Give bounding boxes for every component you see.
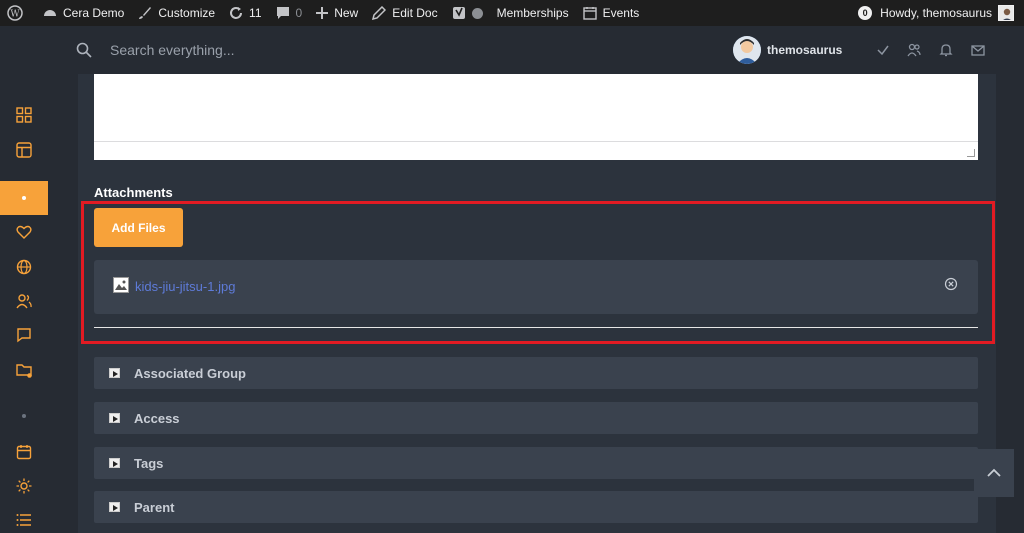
- check-icon[interactable]: [876, 43, 890, 57]
- updates-icon: [230, 7, 243, 19]
- content-left-gutter: [48, 74, 78, 533]
- user-avatar[interactable]: [733, 36, 761, 64]
- description-editor[interactable]: [94, 74, 978, 160]
- globe-icon: [16, 259, 32, 275]
- mail-icon[interactable]: [971, 43, 985, 57]
- section-tags[interactable]: Tags: [94, 447, 978, 479]
- seo-status-dot: [471, 7, 483, 19]
- events-label: Events: [602, 6, 640, 20]
- dashboard-icon: [44, 10, 56, 16]
- sidebar-item-globe[interactable]: [0, 250, 48, 284]
- comment-icon: [276, 7, 289, 19]
- attachment-item: kids-jiu-jitsu-1.jpg: [94, 260, 978, 314]
- site-name-item[interactable]: Cera Demo: [36, 0, 131, 26]
- sidebar-item-messages[interactable]: [0, 318, 48, 352]
- attachments-heading: Attachments: [94, 185, 173, 200]
- resize-handle-icon[interactable]: [967, 149, 975, 157]
- expand-arrow-icon: [109, 368, 120, 378]
- search-icon[interactable]: [76, 42, 92, 58]
- sidebar-separator: [0, 399, 48, 433]
- expand-arrow-icon: [109, 458, 120, 468]
- memberships-label: Memberships: [496, 6, 569, 20]
- sidebar-item-docs[interactable]: [0, 353, 48, 387]
- edit-doc-item[interactable]: Edit Doc: [365, 0, 444, 26]
- bell-icon[interactable]: [939, 43, 953, 57]
- plus-icon: [316, 7, 329, 19]
- comments-count: 0: [295, 6, 303, 20]
- customize-label: Customize: [158, 6, 216, 20]
- scroll-to-top-button[interactable]: [974, 449, 1014, 497]
- calendar-icon: [16, 445, 32, 460]
- events-item[interactable]: Events: [576, 0, 647, 26]
- sidebar-item-grid[interactable]: [0, 98, 48, 132]
- memberships-item[interactable]: Memberships: [490, 0, 576, 26]
- separator-dot-icon: [22, 414, 26, 418]
- new-content-item[interactable]: New: [309, 0, 365, 26]
- main-content: Attachments Add Files kids-jiu-jitsu-1.j…: [78, 74, 996, 533]
- notification-count-badge[interactable]: 0: [858, 6, 873, 20]
- chat-icon: [17, 328, 31, 343]
- active-dot-icon: [22, 196, 26, 200]
- top-bar: themosaurus: [14, 26, 1024, 74]
- sidebar-item-active[interactable]: [0, 181, 48, 215]
- section-associated-group[interactable]: Associated Group: [94, 357, 978, 389]
- howdy-label[interactable]: Howdy, themosaurus: [880, 6, 992, 20]
- sidebar-item-members[interactable]: [0, 284, 48, 318]
- section-label: Access: [134, 411, 180, 426]
- heart-icon: [16, 225, 32, 239]
- admin-bar: W Cera Demo Customize 11 0 New Edit Doc …: [0, 0, 1024, 26]
- users-icon[interactable]: [907, 43, 921, 57]
- attachment-file-link[interactable]: kids-jiu-jitsu-1.jpg: [135, 279, 235, 294]
- search-input[interactable]: [110, 38, 410, 62]
- section-parent[interactable]: Parent: [94, 491, 978, 523]
- paintbrush-icon: [139, 7, 152, 19]
- comments-item[interactable]: 0: [269, 0, 310, 26]
- remove-attachment-icon[interactable]: [944, 277, 958, 291]
- section-label: Tags: [134, 456, 164, 471]
- list-icon: [16, 514, 31, 526]
- folder-icon: [16, 364, 32, 378]
- expand-arrow-icon: [109, 502, 120, 512]
- section-access[interactable]: Access: [94, 402, 978, 434]
- add-files-button[interactable]: Add Files: [94, 208, 183, 247]
- user-name[interactable]: themosaurus: [767, 43, 842, 57]
- svg-text:W: W: [10, 10, 20, 20]
- sun-icon: [16, 478, 32, 494]
- section-label: Parent: [134, 500, 175, 515]
- layout-icon: [16, 142, 32, 158]
- sidebar-item-layout[interactable]: [0, 133, 48, 167]
- updates-count: 11: [249, 6, 262, 20]
- image-file-icon: [113, 277, 129, 293]
- editor-status-divider: [94, 141, 978, 142]
- edit-doc-label: Edit Doc: [392, 6, 438, 20]
- calendar-icon: [582, 7, 597, 20]
- chevron-up-icon: [987, 468, 1001, 477]
- expand-arrow-icon: [109, 413, 120, 423]
- sidebar-item-favorites[interactable]: [0, 215, 48, 249]
- admin-avatar[interactable]: [998, 5, 1014, 21]
- sidebar-item-list[interactable]: [0, 503, 48, 533]
- sidebar-item-events[interactable]: [0, 435, 48, 469]
- yoast-item[interactable]: [445, 0, 490, 26]
- site-name-label: Cera Demo: [63, 6, 125, 20]
- grid-icon: [16, 107, 32, 123]
- sidebar-item-appearance[interactable]: [0, 469, 48, 503]
- pencil-icon: [372, 6, 387, 20]
- wordpress-logo-icon[interactable]: W: [0, 0, 36, 26]
- new-label: New: [334, 6, 359, 20]
- icon-sidebar: [0, 26, 48, 533]
- section-label: Associated Group: [134, 366, 246, 381]
- users-icon: [16, 294, 32, 309]
- attachments-divider: [94, 327, 978, 328]
- customize-item[interactable]: Customize: [131, 0, 222, 26]
- yoast-icon: [452, 7, 465, 19]
- updates-item[interactable]: 11: [222, 0, 268, 26]
